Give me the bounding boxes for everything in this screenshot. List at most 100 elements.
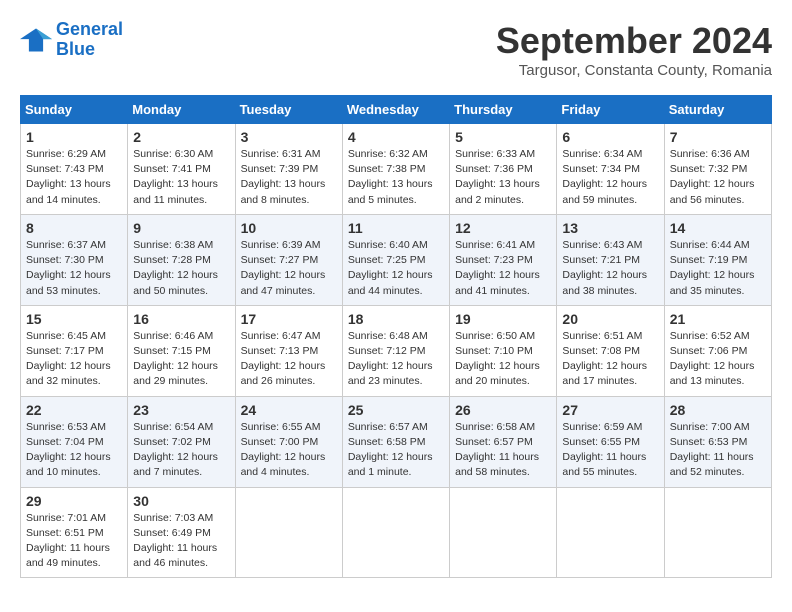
day-info: Sunrise: 6:30 AMSunset: 7:41 PMDaylight:… bbox=[133, 147, 229, 208]
day-info: Sunrise: 6:55 AM Sunset: 7:00 PM Daylight:… bbox=[241, 420, 337, 481]
calendar-cell: 24Sunrise: 6:55 AMSunset: 7:00 PMDayligh… bbox=[235, 396, 342, 487]
info-line: Daylight: 12 hours bbox=[455, 269, 540, 281]
calendar-cell: 10Sunrise: 6:39 AMSunset: 7:27 PMDayligh… bbox=[235, 214, 342, 305]
info-line: Sunrise: 6:29 AM bbox=[26, 148, 106, 160]
info-line: Sunrise: 6:41 AM bbox=[455, 239, 535, 251]
info-line: Daylight: 13 hours bbox=[348, 178, 433, 190]
info-line: Daylight: 12 hours bbox=[133, 360, 218, 372]
calendar-cell: 22Sunrise: 6:53 AMSunset: 7:04 PMDayligh… bbox=[21, 396, 128, 487]
week-row-5: 29Sunrise: 7:01 AMSunset: 6:51 PMDayligh… bbox=[21, 487, 772, 578]
day-number: 11 bbox=[348, 220, 444, 236]
day-number: 17 bbox=[241, 311, 337, 327]
info-line: Sunset: 6:58 PM bbox=[348, 436, 426, 448]
info-line: Sunset: 7:00 PM bbox=[241, 436, 319, 448]
day-info: Sunrise: 6:51 AMSunset: 7:08 PMDaylight:… bbox=[562, 329, 658, 390]
info-line: Sunrise: 6:52 AM bbox=[670, 330, 750, 342]
header-saturday: Saturday bbox=[664, 96, 771, 124]
week-row-1: 1Sunrise: 6:29 AMSunset: 7:43 PMDaylight… bbox=[21, 124, 772, 215]
day-number: 28 bbox=[670, 402, 766, 418]
info-line: Sunset: 7:19 PM bbox=[670, 254, 748, 266]
info-line: Daylight: 11 hours bbox=[562, 451, 646, 463]
info-line: Sunrise: 6:55 AM bbox=[241, 421, 321, 433]
title-block: September 2024 Targusor, Constanta Count… bbox=[496, 20, 772, 79]
calendar-table: SundayMondayTuesdayWednesdayThursdayFrid… bbox=[20, 95, 772, 578]
info-line: Daylight: 12 hours bbox=[670, 360, 755, 372]
info-line: Sunset: 7:15 PM bbox=[133, 345, 211, 357]
calendar-cell: 7Sunrise: 6:36 AMSunset: 7:32 PMDaylight… bbox=[664, 124, 771, 215]
day-number: 23 bbox=[133, 402, 229, 418]
info-line: Sunset: 7:10 PM bbox=[455, 345, 533, 357]
day-number: 27 bbox=[562, 402, 658, 418]
day-info: Sunrise: 6:40 AMSunset: 7:25 PMDaylight:… bbox=[348, 238, 444, 299]
header-monday: Monday bbox=[128, 96, 235, 124]
day-info: Sunrise: 6:52 AMSunset: 7:06 PMDaylight:… bbox=[670, 329, 766, 390]
day-info: Sunrise: 6:44 AM Sunset: 7:19 PM Daylight:… bbox=[670, 238, 766, 299]
info-line: Daylight: 12 hours bbox=[241, 451, 326, 463]
info-line: Sunset: 7:38 PM bbox=[348, 163, 426, 175]
logo-icon bbox=[20, 26, 52, 54]
week-row-2: 8Sunrise: 6:37 AMSunset: 7:30 PMDaylight… bbox=[21, 214, 772, 305]
info-line: and 10 minutes. bbox=[26, 466, 101, 478]
calendar-cell: 29Sunrise: 7:01 AMSunset: 6:51 PMDayligh… bbox=[21, 487, 128, 578]
info-line: Daylight: 12 hours bbox=[670, 269, 755, 281]
calendar-cell bbox=[664, 487, 771, 578]
info-line: and 32 minutes. bbox=[26, 375, 101, 387]
week-row-4: 22Sunrise: 6:53 AMSunset: 7:04 PMDayligh… bbox=[21, 396, 772, 487]
day-number: 10 bbox=[241, 220, 337, 236]
info-line: Sunrise: 6:44 AM bbox=[670, 239, 750, 251]
calendar-cell bbox=[342, 487, 449, 578]
info-line: Daylight: 12 hours bbox=[241, 269, 326, 281]
info-line: Sunset: 6:53 PM bbox=[670, 436, 748, 448]
calendar-cell: 1Sunrise: 6:29 AMSunset: 7:43 PMDaylight… bbox=[21, 124, 128, 215]
calendar-cell: 2Sunrise: 6:30 AMSunset: 7:41 PMDaylight… bbox=[128, 124, 235, 215]
info-line: Sunset: 7:08 PM bbox=[562, 345, 640, 357]
day-info: Sunrise: 6:58 AMSunset: 6:57 PMDaylight:… bbox=[455, 420, 551, 481]
day-info: Sunrise: 6:41 AMSunset: 7:23 PMDaylight:… bbox=[455, 238, 551, 299]
calendar-cell bbox=[235, 487, 342, 578]
day-number: 4 bbox=[348, 129, 444, 145]
info-line: and 56 minutes. bbox=[670, 194, 745, 206]
info-line: and 17 minutes. bbox=[562, 375, 637, 387]
day-number: 13 bbox=[562, 220, 658, 236]
info-line: and 59 minutes. bbox=[562, 194, 637, 206]
calendar-cell: 19Sunrise: 6:50 AMSunset: 7:10 PMDayligh… bbox=[450, 305, 557, 396]
info-line: and 29 minutes. bbox=[133, 375, 208, 387]
header-thursday: Thursday bbox=[450, 96, 557, 124]
info-line: Sunset: 7:02 PM bbox=[133, 436, 211, 448]
calendar-cell: 9Sunrise: 6:38 AMSunset: 7:28 PMDaylight… bbox=[128, 214, 235, 305]
info-line: and 35 minutes. bbox=[670, 285, 745, 297]
logo: General Blue bbox=[20, 20, 123, 60]
info-line: Sunrise: 7:00 AM bbox=[670, 421, 750, 433]
day-number: 1 bbox=[26, 129, 122, 145]
info-line: Daylight: 12 hours bbox=[26, 269, 111, 281]
info-line: Sunrise: 6:50 AM bbox=[455, 330, 535, 342]
info-line: and 55 minutes. bbox=[562, 466, 637, 478]
info-line: and 50 minutes. bbox=[133, 285, 208, 297]
info-line: and 14 minutes. bbox=[26, 194, 101, 206]
day-number: 29 bbox=[26, 493, 122, 509]
info-line: Daylight: 12 hours bbox=[348, 360, 433, 372]
day-number: 8 bbox=[26, 220, 122, 236]
info-line: Sunrise: 6:37 AM bbox=[26, 239, 106, 251]
day-number: 19 bbox=[455, 311, 551, 327]
info-line: Daylight: 11 hours bbox=[133, 542, 217, 554]
calendar-cell: 4 Sunrise: 6:32 AM Sunset: 7:38 PM Daylight… bbox=[342, 124, 449, 215]
info-line: Sunset: 7:17 PM bbox=[26, 345, 104, 357]
day-info: Sunrise: 6:45 AMSunset: 7:17 PMDaylight:… bbox=[26, 329, 122, 390]
calendar-cell: 8Sunrise: 6:37 AMSunset: 7:30 PMDaylight… bbox=[21, 214, 128, 305]
calendar-cell: 5Sunrise: 6:33 AMSunset: 7:36 PMDaylight… bbox=[450, 124, 557, 215]
info-line: Sunset: 6:55 PM bbox=[562, 436, 640, 448]
info-line: Sunrise: 6:36 AM bbox=[670, 148, 750, 160]
page-header: General Blue September 2024 Targusor, Co… bbox=[20, 20, 772, 79]
info-line: Sunrise: 6:54 AM bbox=[133, 421, 213, 433]
day-number: 20 bbox=[562, 311, 658, 327]
day-info: Sunrise: 6:38 AMSunset: 7:28 PMDaylight:… bbox=[133, 238, 229, 299]
day-number: 25 bbox=[348, 402, 444, 418]
info-line: Daylight: 13 hours bbox=[133, 178, 218, 190]
info-line: Sunrise: 6:40 AM bbox=[348, 239, 428, 251]
info-line: Sunrise: 6:47 AM bbox=[241, 330, 321, 342]
info-line: Sunrise: 6:32 AM bbox=[348, 148, 428, 160]
info-line: and 13 minutes. bbox=[670, 375, 745, 387]
info-line: and 1 minute. bbox=[348, 466, 412, 478]
day-info: Sunrise: 6:43 AMSunset: 7:21 PMDaylight:… bbox=[562, 238, 658, 299]
